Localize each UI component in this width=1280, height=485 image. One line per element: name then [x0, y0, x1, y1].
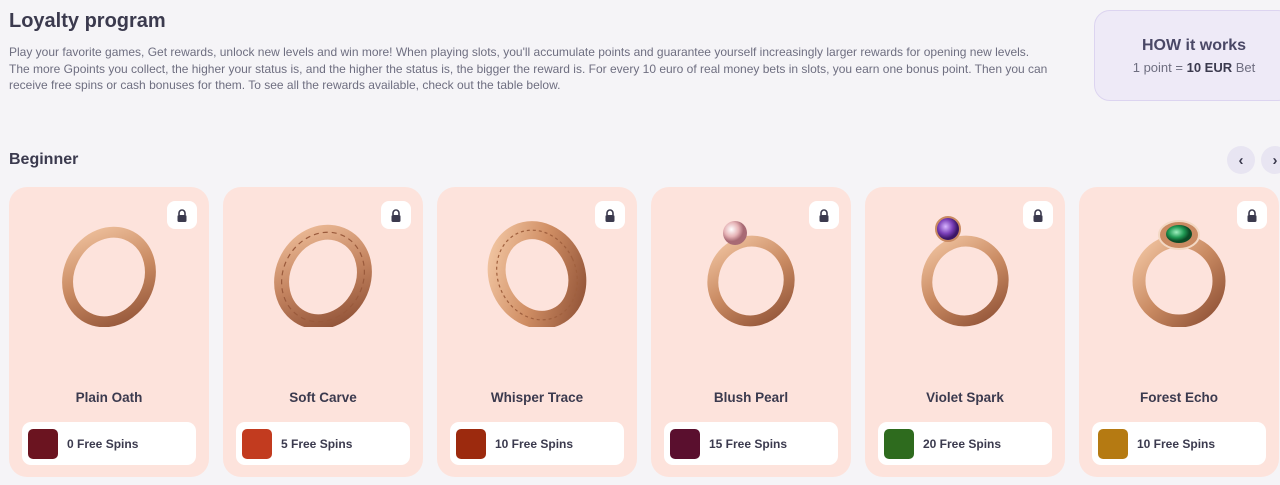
- lock-badge: [167, 201, 197, 229]
- lock-badge: [595, 201, 625, 229]
- lock-badge: [1237, 201, 1267, 229]
- reward-label: 10 Free Spins: [1137, 436, 1216, 451]
- card-name: Soft Carve: [289, 390, 357, 405]
- lock-icon: [177, 208, 187, 222]
- reward-label: 0 Free Spins: [67, 436, 139, 451]
- reward-row: 10 Free Spins: [450, 422, 624, 465]
- reward-card[interactable]: Blush Pearl 15 Free Spins: [651, 187, 851, 477]
- card-name: Whisper Trace: [490, 390, 584, 405]
- reward-row: 5 Free Spins: [236, 422, 410, 465]
- rate-prefix: 1 point =: [1132, 60, 1187, 75]
- card-name: Plain Oath: [75, 390, 143, 405]
- reward-card[interactable]: Soft Carve 5 Free Spins: [223, 187, 423, 477]
- game-thumbnail-icon: [884, 428, 914, 459]
- game-thumbnail-icon: [670, 428, 700, 459]
- prev-button[interactable]: ‹: [1227, 146, 1255, 174]
- ring-image: [921, 216, 1009, 327]
- reward-card[interactable]: Plain Oath 0 Free Spins: [9, 187, 209, 477]
- page-title: Loyalty program: [9, 10, 166, 32]
- ring-image: [487, 221, 587, 327]
- next-button[interactable]: ›: [1261, 146, 1280, 174]
- lock-icon: [605, 208, 615, 222]
- reward-row: 15 Free Spins: [664, 422, 838, 465]
- lock-icon: [819, 208, 829, 222]
- card-name: Violet Spark: [926, 390, 1004, 405]
- game-thumbnail-icon: [28, 428, 58, 459]
- card-name: Blush Pearl: [713, 390, 789, 405]
- chevron-right-icon: ›: [1272, 151, 1278, 169]
- rate-suffix: Bet: [1232, 60, 1256, 75]
- ring-image: [274, 224, 372, 327]
- chevron-left-icon: ‹: [1238, 151, 1244, 169]
- reward-card[interactable]: Whisper Trace 10 Free Spins: [437, 187, 637, 477]
- reward-row: 20 Free Spins: [878, 422, 1052, 465]
- reward-label: 20 Free Spins: [923, 436, 1002, 451]
- ring-image: [62, 226, 156, 327]
- card-name: Forest Echo: [1139, 390, 1218, 405]
- rate-value: 10 EUR: [1186, 60, 1233, 75]
- ring-image: [1132, 220, 1226, 327]
- reward-label: 15 Free Spins: [709, 436, 788, 451]
- game-thumbnail-icon: [1098, 428, 1128, 459]
- lock-icon: [1033, 208, 1043, 222]
- reward-label: 10 Free Spins: [495, 436, 574, 451]
- reward-row: 0 Free Spins: [22, 422, 196, 465]
- lock-badge: [1023, 201, 1053, 229]
- how-it-works-box: HOW it works 1 point = 10 EUR Bet: [1094, 10, 1280, 101]
- lock-badge: [381, 201, 411, 229]
- reward-card[interactable]: Violet Spark 20 Free Spins: [865, 187, 1065, 477]
- ring-image: [707, 221, 795, 327]
- reward-row: 10 Free Spins: [1092, 422, 1266, 465]
- lock-badge: [809, 201, 839, 229]
- points-rate: 1 point = 10 EUR Bet: [1095, 60, 1280, 75]
- lock-icon: [391, 208, 401, 222]
- how-it-works-title: HOW it works: [1141, 37, 1246, 54]
- reward-card[interactable]: Forest Echo 10 Free Spins: [1079, 187, 1279, 477]
- game-thumbnail-icon: [456, 428, 486, 459]
- section-title: Beginner: [9, 151, 79, 168]
- lock-icon: [1247, 208, 1257, 222]
- game-thumbnail-icon: [242, 428, 272, 459]
- reward-label: 5 Free Spins: [281, 436, 353, 451]
- intro-text: Play your favorite games, Get rewards, u…: [9, 45, 1048, 93]
